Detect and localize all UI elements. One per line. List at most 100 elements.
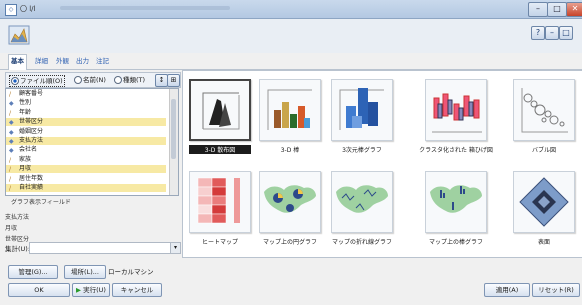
field-list-scrollbar[interactable] bbox=[169, 89, 178, 195]
field-panel: ファイル順(O) 名前(N) 種類(T) ↕ ⊞ / 顧客番号 ◆ 性別 / 年齢 ◆ 世帯区… bbox=[5, 72, 181, 258]
graphboard-chart-icon bbox=[8, 25, 30, 45]
tab-basic[interactable]: 基本 bbox=[8, 54, 27, 70]
surface-thumbnail-icon bbox=[513, 171, 575, 233]
chart-type-tile[interactable]: 表面 bbox=[513, 171, 575, 246]
apply-button[interactable]: 適用(A) bbox=[484, 283, 530, 297]
dialog-window: ◇ 〇 l/l – □ ✕ ? – □ 基本 詳細 外観 出力 注記 ファイル順… bbox=[0, 0, 582, 305]
radio-name[interactable]: 名前(N) bbox=[74, 75, 106, 85]
maximize-button[interactable]: □ bbox=[547, 2, 567, 17]
field-list-item[interactable]: ◆ 性別 bbox=[6, 99, 166, 107]
collapse-icon[interactable]: – bbox=[545, 26, 559, 40]
chart-type-label: 表面 bbox=[537, 239, 550, 246]
chart-type-label: マップの折れ線グラフ bbox=[331, 239, 392, 246]
close-button[interactable]: ✕ bbox=[566, 2, 582, 17]
app-icon: ◇ bbox=[5, 4, 17, 16]
mapline-thumbnail-icon bbox=[331, 171, 393, 233]
location-button[interactable]: 場所(L)... bbox=[64, 265, 106, 279]
tab-output[interactable]: 出力 bbox=[74, 55, 91, 68]
field-tools-icon[interactable]: ⊞ bbox=[167, 74, 180, 87]
set-measure-icon: ◆ bbox=[9, 138, 14, 145]
summary-header: グラフ表示フィールド bbox=[11, 199, 71, 206]
ruler-measure-icon: / bbox=[9, 156, 12, 164]
field-name: 顧客番号 bbox=[19, 90, 44, 97]
chart-type-gallery: 3-D 散布図 3-D 棒 3次元棒グラフ クラスタ化された 箱ひげ図 バブル図ヒートマ… bbox=[182, 70, 582, 258]
location-value: ローカルマシン bbox=[108, 268, 154, 276]
field-name: 家族 bbox=[19, 155, 32, 163]
field-name: 会社名 bbox=[19, 146, 38, 154]
field-name: 年齢 bbox=[19, 108, 32, 116]
chart-type-label: 3-D 散布図 bbox=[189, 145, 251, 154]
title-bar: ◇ 〇 l/l – □ ✕ bbox=[0, 0, 582, 19]
chart-type-tile[interactable]: ヒートマップ bbox=[189, 171, 251, 246]
chart-type-tile[interactable]: マップ上の棒グラフ bbox=[425, 171, 487, 246]
field-name: 性別 bbox=[19, 99, 32, 107]
chart-type-label: 3次元棒グラフ bbox=[342, 147, 382, 154]
tab-notes[interactable]: 注記 bbox=[94, 55, 111, 68]
field-list-item[interactable]: / 家族 bbox=[6, 156, 166, 164]
field-list-item[interactable]: / 顧客番号 bbox=[6, 90, 166, 98]
field-name: 婚姻区分 bbox=[19, 127, 44, 135]
ruler-measure-icon: / bbox=[9, 175, 12, 183]
scatter3d-thumbnail-icon bbox=[189, 79, 251, 141]
manage-button[interactable]: 管理(G)... bbox=[8, 265, 58, 279]
ok-button[interactable]: OK bbox=[8, 283, 70, 297]
radio-type[interactable]: 種類(T) bbox=[114, 75, 145, 85]
chart-type-tile[interactable]: バブル図 bbox=[513, 79, 575, 154]
aggregate-select[interactable]: ▾ bbox=[29, 242, 181, 254]
chevron-down-icon[interactable]: ▾ bbox=[170, 243, 180, 253]
tab-appearance[interactable]: 外観 bbox=[54, 55, 71, 68]
chart-type-label: クラスタ化された 箱ひげ図 bbox=[419, 147, 493, 154]
field-list-item[interactable]: ◆ 支払方法 bbox=[6, 137, 166, 145]
chart-type-tile[interactable]: 3-D 散布図 bbox=[189, 79, 251, 154]
chart-type-label: バブル図 bbox=[531, 147, 556, 154]
field-name: 居住年数 bbox=[19, 174, 44, 182]
chart-type-tile[interactable]: 3次元棒グラフ bbox=[331, 79, 393, 154]
set-measure-icon: ◆ bbox=[9, 119, 14, 127]
aggregate-label: 集計(U): bbox=[5, 245, 31, 253]
ruler-measure-icon: / bbox=[9, 91, 12, 98]
bar3dblue-thumbnail-icon bbox=[331, 79, 393, 141]
mapbar-thumbnail-icon bbox=[425, 171, 487, 233]
cancel-button[interactable]: キャンセル bbox=[112, 283, 162, 297]
minimize-button[interactable]: – bbox=[528, 2, 548, 17]
ruler-measure-icon: / bbox=[9, 109, 12, 117]
boxplot-thumbnail-icon bbox=[425, 79, 487, 141]
set-measure-icon: ◆ bbox=[9, 147, 14, 155]
chart-type-label: マップ上の棒グラフ bbox=[428, 239, 483, 246]
field-list-item[interactable]: / 月収 bbox=[6, 165, 166, 174]
bubble-thumbnail-icon bbox=[513, 79, 575, 141]
help-icon[interactable]: ? bbox=[531, 26, 545, 40]
field-name: 支払方法 bbox=[19, 137, 44, 144]
title-path-text bbox=[60, 6, 230, 10]
run-button[interactable]: ▶ 実行(U) bbox=[72, 283, 110, 297]
window-title: 〇 l/l bbox=[20, 5, 36, 13]
chart-type-tile[interactable]: クラスタ化された 箱ひげ図 bbox=[419, 79, 493, 154]
field-list-item[interactable]: ◆ 世帯区分 bbox=[6, 118, 166, 127]
bar3d-thumbnail-icon bbox=[259, 79, 321, 141]
toolbar: ? – □ bbox=[0, 19, 582, 54]
expand-icon[interactable]: □ bbox=[559, 26, 573, 40]
radio-file-order[interactable]: ファイル順(O) bbox=[9, 75, 65, 87]
chart-type-tile[interactable]: マップの折れ線グラフ bbox=[331, 171, 393, 246]
field-list-item[interactable]: ◆ 婚姻区分 bbox=[6, 128, 166, 136]
summary-field-2: 月収 bbox=[5, 225, 18, 232]
field-list-item[interactable]: ◆ 会社名 bbox=[6, 146, 166, 154]
field-list[interactable]: / 顧客番号 ◆ 性別 / 年齢 ◆ 世帯区分 ◆ 婚姻区分 ◆ 支払方法 ◆ 会社名 / 家族 / 月収 / 居住年… bbox=[5, 88, 179, 196]
summary-field-1: 支払方法 bbox=[5, 214, 30, 221]
ruler-measure-icon: / bbox=[9, 185, 12, 192]
ruler-measure-icon: / bbox=[9, 166, 12, 174]
mappie-thumbnail-icon bbox=[259, 171, 321, 233]
button-bar: 管理(G)... 場所(L)... ローカルマシン OK ▶ 実行(U) キャン… bbox=[0, 258, 582, 305]
chart-type-tile[interactable]: マップ上の円グラフ bbox=[259, 171, 321, 246]
tab-detail[interactable]: 詳細 bbox=[33, 55, 50, 68]
set-measure-icon: ◆ bbox=[9, 128, 14, 136]
field-list-item[interactable]: / 年齢 bbox=[6, 109, 166, 117]
field-name: 自社実績 bbox=[19, 184, 44, 191]
chart-type-tile[interactable]: 3-D 棒 bbox=[259, 79, 321, 154]
field-name: 世帯区分 bbox=[19, 118, 44, 126]
field-list-item[interactable]: / 居住年数 bbox=[6, 175, 166, 183]
field-list-item[interactable]: / 自社実績 bbox=[6, 184, 166, 192]
reset-button[interactable]: リセット(R) bbox=[532, 283, 580, 297]
sort-options: ファイル順(O) 名前(N) 種類(T) ↕ ⊞ bbox=[5, 72, 181, 88]
set-measure-icon: ◆ bbox=[9, 100, 14, 108]
